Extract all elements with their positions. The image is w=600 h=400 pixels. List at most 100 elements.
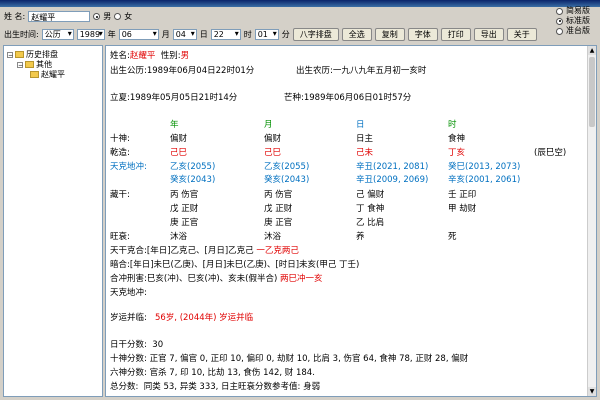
solar-line: 出生公历:1989年06月04日22时01分 <box>110 66 255 76</box>
gender-female-label: 女 <box>124 12 133 21</box>
month-select[interactable]: 06 <box>118 29 159 40</box>
day-select[interactable]: 04 <box>172 29 197 40</box>
term-mangzhong: 芒种:1989年06月06日01时57分 <box>284 93 412 103</box>
scroll-thumb[interactable] <box>589 57 595 127</box>
title-bar <box>0 0 600 7</box>
lunar-line: 出生农历:一九八九年五月初一亥时 <box>296 66 427 76</box>
scroll-down-icon[interactable]: ▼ <box>588 387 596 396</box>
pillar-hour: 时 <box>448 120 457 130</box>
tkdc-r2-year: 癸亥(2043) <box>170 175 216 185</box>
paipan-button[interactable]: 八字排盘 <box>292 28 339 41</box>
shishen-day: 日主 <box>356 134 374 144</box>
anhe-line: 暗合:[年日]未巳(乙庚)、[月日]未巳(乙庚)、[时日]未亥(甲己 丁壬) <box>110 260 360 270</box>
wangshuai-month: 沐浴 <box>264 232 282 242</box>
tkdc-r2-hour: 辛亥(2001, 2061) <box>448 175 521 185</box>
rigan-line: 日干分数: 30 <box>110 340 164 350</box>
mode-simple-radio[interactable] <box>556 7 563 15</box>
liushen-line: 六神分数: 官杀 7, 印 10, 比劫 13, 食伤 142, 财 184. <box>110 368 315 378</box>
canggan-r2-hour: 甲 劫财 <box>448 204 477 214</box>
name-line: 姓名:赵耀平 性别:男 <box>110 51 190 61</box>
qianzao-year: 己巳 <box>170 148 188 158</box>
gender-male-label: 男 <box>103 12 112 21</box>
tkdc-r1-month: 乙亥(2055) <box>264 162 310 172</box>
qianzao-month: 己巳 <box>264 148 282 158</box>
mode-taiwan-radio[interactable] <box>556 27 563 35</box>
name-input[interactable]: 赵耀平 <box>28 11 91 22</box>
vertical-scrollbar[interactable]: ▲ ▼ <box>587 46 596 396</box>
tkdc2-line: 天克地冲: <box>110 288 147 298</box>
folder-icon <box>25 61 34 68</box>
tree-leaf-label: 赵耀平 <box>41 70 65 79</box>
gender-female-radio[interactable] <box>114 13 122 20</box>
name-label: 姓 名: <box>4 12 26 21</box>
pillar-day: 日 <box>356 120 365 130</box>
gender-male-radio[interactable] <box>93 13 101 20</box>
shishenfen-line: 十神分数: 正官 7, 偏官 0, 正印 10, 偏印 0, 劫财 10, 比肩… <box>110 354 469 364</box>
hour-select[interactable]: 22 <box>210 29 241 40</box>
canggan-r3-year: 庚 正官 <box>170 218 199 228</box>
canggan-r2-day: 丁 食神 <box>356 204 385 214</box>
folder-icon <box>15 51 24 58</box>
canggan-label: 藏干: <box>110 190 130 200</box>
file-icon <box>30 71 39 78</box>
zongfen-line: 总分数: 同类 53, 异类 333, 日主旺衰分数参考值: 身弱 <box>110 382 321 392</box>
hour-label: 时 <box>243 30 252 39</box>
month-label: 月 <box>161 30 170 39</box>
main-window: 姓 名: 赵耀平 男 女 出生时间: 公历 1989 年 06 月 04 日 2… <box>0 0 600 400</box>
mode-simple-label: 简易版 <box>566 6 590 15</box>
tiangan-line: 天干克合:[年日]乙克己、[月日]乙克己 一乙克两己 <box>110 246 299 256</box>
pillar-month: 月 <box>264 120 273 130</box>
birth-row: 出生时间: 公历 1989 年 06 月 04 日 22 时 01 分 八字排盘… <box>4 28 537 41</box>
wangshuai-year: 沐浴 <box>170 232 188 242</box>
qianzao-label: 乾造: <box>110 148 130 158</box>
calendar-select[interactable]: 公历 <box>41 29 74 40</box>
copy-button[interactable]: 复制 <box>374 28 405 41</box>
qianzao-day: 己未 <box>356 148 374 158</box>
day-label: 日 <box>199 30 208 39</box>
canggan-r1-day: 己 偏财 <box>356 190 385 200</box>
qianzao-hour: 丁亥 <box>448 148 466 158</box>
canggan-r1-month: 丙 伤官 <box>264 190 293 200</box>
export-button[interactable]: 导出 <box>473 28 504 41</box>
mode-group: 简易版 标准版 准台版 <box>556 6 590 36</box>
canggan-r1-hour: 壬 正印 <box>448 190 477 200</box>
collapse-icon[interactable]: − <box>17 61 23 68</box>
canggan-r2-month: 戊 正财 <box>264 204 293 214</box>
wangshuai-label: 旺衰: <box>110 232 130 242</box>
scroll-up-icon[interactable]: ▲ <box>588 46 596 55</box>
minute-label: 分 <box>281 30 290 39</box>
year-select[interactable]: 1989 <box>76 29 105 40</box>
mode-standard-radio[interactable] <box>556 17 563 25</box>
shishen-label: 十神: <box>110 134 130 144</box>
tkdc-r1-hour: 癸巳(2013, 2073) <box>448 162 521 172</box>
hexing-line: 合冲刑害:巳亥(冲)、巳亥(冲)、亥未(假半合) 两巳冲一亥 <box>110 274 323 284</box>
shishen-month: 偏财 <box>264 134 282 144</box>
collapse-icon[interactable]: − <box>7 51 13 58</box>
mode-standard-label: 标准版 <box>566 16 590 25</box>
result-pane[interactable]: ▲ ▼ 姓名:赵耀平 性别:男 出生公历:1989年06月04日22时01分 出… <box>105 45 597 397</box>
print-button[interactable]: 打印 <box>440 28 471 41</box>
minute-select[interactable]: 01 <box>254 29 279 40</box>
kongwang: (辰巳空) <box>534 148 567 158</box>
shishen-hour: 食神 <box>448 134 466 144</box>
tkdc-label: 天克地冲: <box>110 162 147 172</box>
name-row: 姓 名: 赵耀平 男 女 <box>4 11 132 22</box>
canggan-r2-year: 戊 正财 <box>170 204 199 214</box>
tree-leaf[interactable]: 赵耀平 <box>30 69 65 80</box>
mode-standard[interactable]: 标准版 <box>556 16 590 26</box>
about-button[interactable]: 关于 <box>506 28 537 41</box>
font-button[interactable]: 字体 <box>407 28 438 41</box>
wangshuai-day: 养 <box>356 232 365 242</box>
canggan-r3-day: 乙 比肩 <box>356 218 385 228</box>
birth-label: 出生时间: <box>4 30 39 39</box>
tkdc-r1-day: 辛丑(2021, 2081) <box>356 162 429 172</box>
canggan-r3-month: 庚 正官 <box>264 218 293 228</box>
mode-taiwan[interactable]: 准台版 <box>556 26 590 36</box>
suiyun-line: 岁运并临: 56岁, (2044年) 岁运并临 <box>110 313 254 323</box>
select-all-button[interactable]: 全选 <box>341 28 372 41</box>
mode-simple[interactable]: 简易版 <box>556 6 590 16</box>
canggan-r1-year: 丙 伤官 <box>170 190 199 200</box>
tkdc-r1-year: 乙亥(2055) <box>170 162 216 172</box>
tkdc-r2-day: 辛丑(2009, 2069) <box>356 175 429 185</box>
wangshuai-hour: 死 <box>448 232 457 242</box>
